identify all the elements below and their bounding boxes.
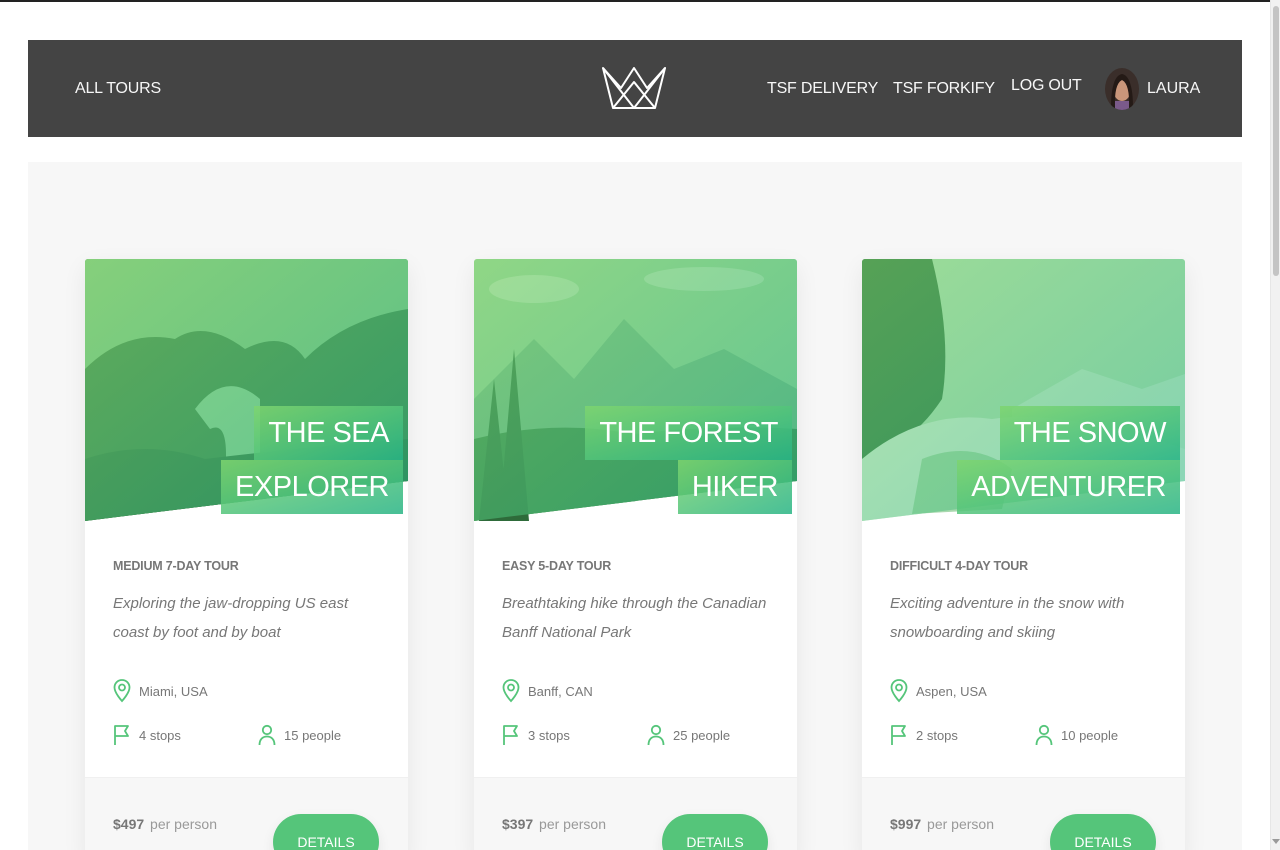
tour-price: $397 per person — [502, 816, 606, 832]
tour-summary: Breathtaking hike through the Canadian B… — [502, 595, 767, 641]
browser-top-edge — [0, 0, 1280, 2]
card-details: MEDIUM 7-DAY TOUR Exploring the jaw-drop… — [113, 559, 383, 746]
card-header: THE SEA EXPLORER — [85, 259, 408, 521]
card-details: EASY 5-DAY TOUR Breathtaking hike throug… — [502, 559, 772, 746]
flag-icon — [503, 725, 518, 745]
user-icon — [258, 724, 276, 746]
card-footer: $397 per person DETAILS — [474, 777, 797, 850]
tour-stops: 3 stops — [502, 724, 570, 746]
map-pin-icon — [113, 679, 131, 703]
tour-group-size: 25 people — [647, 724, 730, 746]
flag-icon — [114, 725, 129, 745]
map-pin-icon — [890, 679, 908, 703]
tour-stops: 2 stops — [890, 724, 958, 746]
details-button[interactable]: DETAILS — [1050, 814, 1156, 850]
tour-card: THE SEA EXPLORER MEDIUM 7-DAY TOUR Explo… — [85, 259, 408, 850]
people-text: 25 people — [673, 727, 731, 743]
people-text: 10 people — [1061, 727, 1119, 743]
tour-difficulty: EASY 5-DAY TOUR — [502, 559, 612, 573]
tour-location: Aspen, USA — [890, 679, 987, 703]
page-scrollbar[interactable] — [1270, 0, 1280, 850]
card-footer: $497 per person DETAILS — [85, 777, 408, 850]
tour-location: Banff, CAN — [502, 679, 593, 703]
price-suffix: per person — [539, 816, 606, 832]
tour-card: THE FOREST HIKER EASY 5-DAY TOUR Breatht… — [474, 259, 797, 850]
user-icon — [1035, 724, 1053, 746]
tour-title-line1: THE FOREST — [585, 406, 792, 460]
crown-logo-icon[interactable] — [601, 64, 667, 110]
details-button[interactable]: DETAILS — [662, 814, 768, 850]
scrollbar-thumb[interactable] — [1273, 6, 1279, 276]
price-value: $497 — [113, 816, 145, 832]
flag-icon — [891, 725, 906, 745]
site-header: ALL TOURS TSF DELIVERY TSF FORKIFY LOG O… — [28, 40, 1242, 137]
tour-location: Miami, USA — [113, 679, 208, 703]
price-value: $997 — [890, 816, 922, 832]
tour-summary: Exciting adventure in the snow with snow… — [890, 595, 1125, 641]
location-text: Miami, USA — [139, 683, 208, 699]
tour-difficulty: DIFFICULT 4-DAY TOUR — [890, 559, 1028, 573]
tour-price: $997 per person — [890, 816, 994, 832]
stops-text: 2 stops — [916, 727, 958, 743]
scroll-down-arrow-icon[interactable] — [1272, 839, 1280, 844]
location-text: Banff, CAN — [528, 683, 593, 699]
nav-forkify-link[interactable]: TSF FORKIFY — [893, 40, 995, 137]
tours-overview: THE SEA EXPLORER MEDIUM 7-DAY TOUR Explo… — [28, 162, 1242, 850]
people-text: 15 people — [284, 727, 342, 743]
tour-price: $497 per person — [113, 816, 217, 832]
tour-stops: 4 stops — [113, 724, 181, 746]
stops-text: 4 stops — [139, 727, 181, 743]
location-text: Aspen, USA — [916, 683, 987, 699]
price-suffix: per person — [927, 816, 994, 832]
tour-title-line2: ADVENTURER — [957, 460, 1180, 514]
avatar — [1105, 68, 1139, 110]
card-header: THE FOREST HIKER — [474, 259, 797, 521]
card-footer: $997 per person DETAILS — [862, 777, 1185, 850]
details-button[interactable]: DETAILS — [273, 814, 379, 850]
tour-title-line2: HIKER — [677, 460, 792, 514]
tour-card: THE SNOW ADVENTURER DIFFICULT 4-DAY TOUR… — [862, 259, 1185, 850]
user-icon — [647, 724, 665, 746]
price-suffix: per person — [150, 816, 217, 832]
user-name: LAURA — [1147, 80, 1201, 97]
tour-title-line1: THE SEA — [254, 406, 403, 460]
logout-link[interactable]: LOG OUT — [1011, 37, 1082, 134]
tour-group-size: 15 people — [258, 724, 341, 746]
tour-group-size: 10 people — [1035, 724, 1118, 746]
tour-summary: Exploring the jaw-dropping US east coast… — [113, 595, 349, 641]
card-details: DIFFICULT 4-DAY TOUR Exciting adventure … — [890, 559, 1160, 746]
tour-title-line2: EXPLORER — [221, 460, 403, 514]
tour-title-line1: THE SNOW — [999, 406, 1180, 460]
nav-delivery-link[interactable]: TSF DELIVERY — [767, 40, 878, 137]
nav-all-tours-link[interactable]: ALL TOURS — [75, 40, 161, 137]
stops-text: 3 stops — [528, 727, 570, 743]
map-pin-icon — [502, 679, 520, 703]
card-header: THE SNOW ADVENTURER — [862, 259, 1185, 521]
price-value: $397 — [502, 816, 534, 832]
tour-difficulty: MEDIUM 7-DAY TOUR — [113, 559, 239, 573]
user-profile[interactable]: LAURA — [1105, 68, 1200, 110]
